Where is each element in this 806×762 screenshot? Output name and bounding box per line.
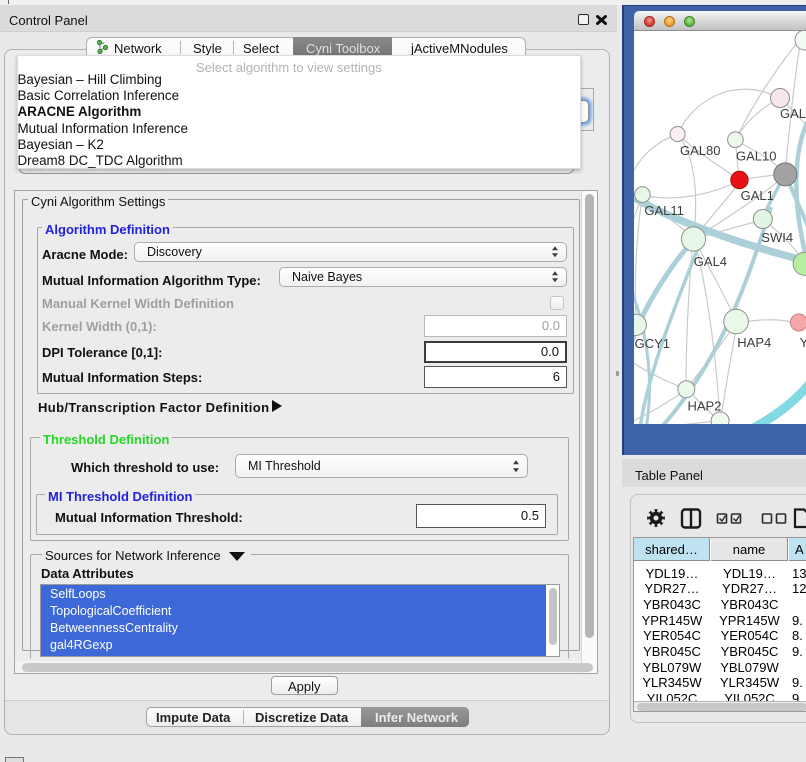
svg-text:GCY1: GCY1 <box>635 336 670 351</box>
svg-text:HAP4: HAP4 <box>737 335 771 350</box>
svg-text:GAL7: GAL7 <box>780 106 806 121</box>
svg-text:GAL10: GAL10 <box>736 149 776 164</box>
svg-text:HAP2: HAP2 <box>688 399 722 414</box>
svg-text:GAL80: GAL80 <box>680 143 720 158</box>
svg-text:GAL4: GAL4 <box>694 254 727 269</box>
svg-text:YP: YP <box>800 335 806 350</box>
svg-text:GAL11: GAL11 <box>644 203 684 218</box>
svg-text:GAL1: GAL1 <box>741 188 774 203</box>
svg-text:SWI4: SWI4 <box>761 230 793 245</box>
